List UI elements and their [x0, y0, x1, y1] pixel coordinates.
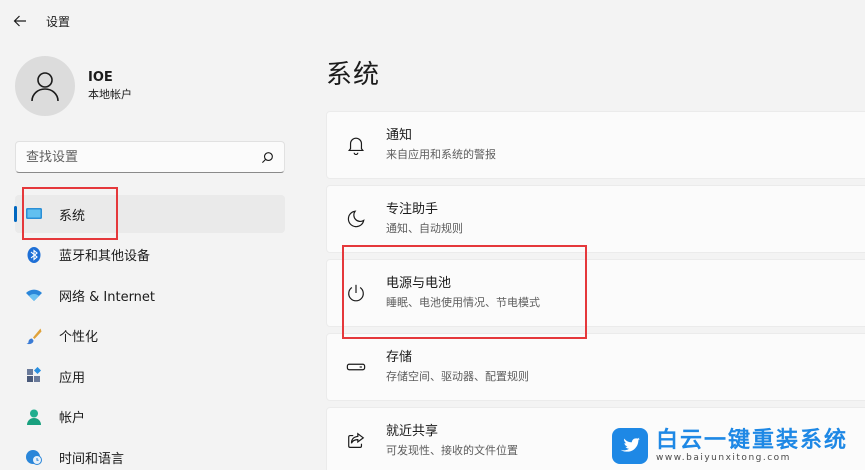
sidebar-item-network[interactable]: 网络 & Internet	[15, 276, 285, 314]
user-profile[interactable]: IOE 本地帐户	[15, 56, 132, 116]
person-icon	[31, 72, 59, 102]
moon-icon	[345, 208, 367, 230]
card-description: 睡眠、电池使用情况、节电模式	[386, 296, 540, 309]
sidebar-item-label: 应用	[59, 370, 86, 386]
sidebar-item-label: 网络 & Internet	[59, 289, 156, 305]
sidebar-item-label: 蓝牙和其他设备	[59, 249, 151, 264]
card-title: 通知	[386, 128, 413, 143]
sidebar-item-system[interactable]: 系统	[14, 195, 285, 233]
share-icon	[345, 430, 367, 452]
profile-name: IOE	[88, 70, 113, 85]
bluetooth-icon	[25, 246, 43, 264]
sidebar: IOE 本地帐户 系统	[0, 42, 300, 470]
settings-card-focus-assist[interactable]: 专注助手 通知、自动规则	[326, 185, 865, 253]
sidebar-item-label: 时间和语言	[59, 451, 125, 467]
card-title: 就近共享	[386, 424, 439, 439]
brush-icon	[25, 327, 43, 345]
sidebar-item-apps[interactable]: 应用	[15, 357, 285, 395]
sidebar-item-personalization[interactable]: 个性化	[15, 317, 285, 355]
card-description: 可发现性、接收的文件位置	[386, 444, 518, 457]
search-input[interactable]	[26, 149, 260, 165]
profile-account-type: 本地帐户	[88, 88, 132, 101]
watermark-url: www.baiyunxitong.com	[656, 452, 791, 463]
storage-icon	[345, 356, 367, 378]
globe-clock-icon	[25, 448, 43, 466]
sidebar-item-label: 帐户	[59, 411, 86, 426]
card-title: 存储	[386, 350, 413, 365]
search-box[interactable]	[15, 141, 285, 173]
sidebar-item-label: 系统	[59, 208, 86, 224]
sidebar-item-label: 个性化	[59, 330, 99, 345]
card-description: 通知、自动规则	[386, 222, 463, 235]
arrow-left-icon	[13, 15, 26, 27]
wifi-icon	[25, 286, 43, 304]
card-description: 来自应用和系统的警报	[386, 148, 496, 161]
apps-icon	[25, 367, 43, 385]
account-icon	[25, 408, 43, 426]
bird-icon	[612, 428, 648, 464]
system-display-icon	[25, 205, 43, 223]
search-icon[interactable]	[260, 150, 274, 164]
app-title: 设置	[46, 14, 71, 29]
card-title: 电源与电池	[386, 276, 452, 291]
title-bar: 设置	[0, 0, 865, 42]
settings-card-storage[interactable]: 存储 存储空间、驱动器、配置规则	[326, 333, 865, 401]
settings-card-notifications[interactable]: 通知 来自应用和系统的警报	[326, 111, 865, 179]
settings-card-power-battery[interactable]: 电源与电池 睡眠、电池使用情况、节电模式	[326, 259, 865, 327]
sidebar-item-bluetooth[interactable]: 蓝牙和其他设备	[15, 236, 285, 274]
settings-card-list: 通知 来自应用和系统的警报 专注助手 通知、自动规则 电源与电池 睡眠、电池使用…	[326, 111, 865, 470]
sidebar-item-accounts[interactable]: 帐户	[15, 398, 285, 436]
sidebar-nav: 系统 蓝牙和其他设备 网络 & Internet 个性化 应用 帐户 时间和语言	[14, 195, 285, 470]
back-button[interactable]	[0, 0, 40, 42]
bell-icon	[345, 134, 367, 156]
page-title: 系统	[326, 60, 381, 90]
watermark-logo: 白云一键重装系统 www.baiyunxitong.com	[612, 424, 848, 468]
card-description: 存储空间、驱动器、配置规则	[386, 370, 529, 383]
card-title: 专注助手	[386, 202, 439, 217]
power-icon	[345, 282, 367, 304]
settings-window: 设置 IOE 本地帐户 查找设置 系统 蓝牙和其他设备 网络 & Interne…	[0, 0, 865, 470]
main-content: 系统 通知 来自应用和系统的警报 专注助手 通知、自动规则 电源与电池 睡眠、电…	[300, 42, 865, 470]
watermark-name: 白云一键重装系统	[656, 427, 849, 453]
avatar	[15, 56, 75, 116]
sidebar-item-time-language[interactable]: 时间和语言	[15, 438, 285, 470]
